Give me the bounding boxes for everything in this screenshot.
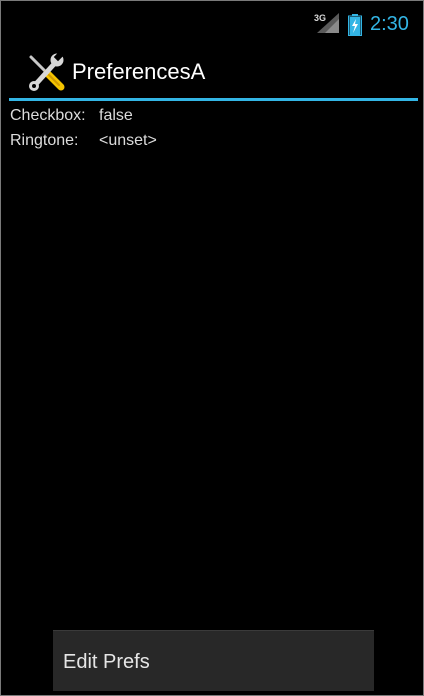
pref-row-ringtone: Ringtone: <unset> — [10, 131, 157, 151]
menu-item-label: Edit Prefs — [63, 651, 150, 673]
pref-row-checkbox: Checkbox: false — [10, 106, 133, 126]
pref-value-ringtone: <unset> — [99, 132, 157, 149]
action-bar: PreferencesA — [1, 45, 424, 101]
signal-icon — [317, 13, 339, 33]
menu-item-edit-prefs[interactable]: Edit Prefs — [53, 631, 374, 691]
screen-frame: 3G 2:30 PreferencesA Checkbox: false Rin… — [0, 0, 424, 696]
action-bar-divider — [9, 98, 418, 101]
clock: 2:30 — [370, 13, 409, 35]
battery-charging-icon — [348, 14, 362, 36]
pref-label-checkbox: Checkbox: — [10, 107, 86, 124]
tools-icon[interactable] — [25, 51, 67, 93]
options-menu: Edit Prefs — [53, 630, 374, 691]
app-title: PreferencesA — [72, 59, 206, 84]
pref-value-checkbox: false — [99, 107, 133, 124]
status-bar: 3G 2:30 — [1, 1, 424, 45]
pref-label-ringtone: Ringtone: — [10, 132, 79, 149]
